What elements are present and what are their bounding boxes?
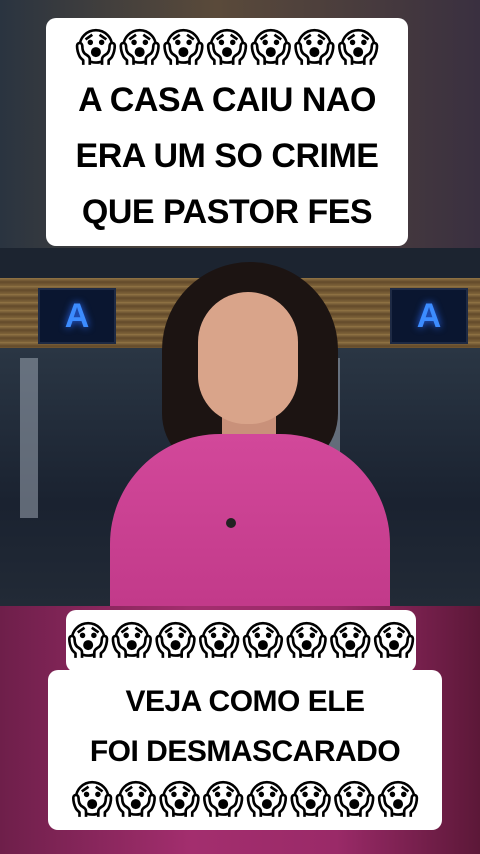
scream-emoji-icon: 😱 [377,777,419,823]
scream-emoji-icon: 😱 [162,25,205,71]
monitor-logo: A [416,296,442,335]
news-anchor [110,262,390,606]
scream-emoji-icon: 😱 [329,618,372,664]
bottom-caption-line-1: VEJA COMO ELE [125,685,365,718]
scream-emoji-icon: 😱 [154,618,197,664]
scream-emoji-icon: 😱 [114,777,157,823]
top-caption-box: 😱 😱 😱 😱 😱 😱 😱 A CASA CAIU NAO ERA UM SO CRIME … [46,18,408,246]
scream-emoji-icon: 😱 [206,25,248,71]
news-video-frame[interactable]: A A [0,248,480,606]
studio-monitor-right: A [390,288,468,344]
lapel-mic [226,518,236,528]
scream-emoji-icon: 😱 [293,25,336,71]
scream-emoji-icon: 😱 [337,25,379,71]
scream-emoji-icon: 😱 [110,618,153,664]
scream-emoji-icon: 😱 [75,25,117,71]
top-caption-line-1: A CASA CAIU NAO [78,81,376,119]
studio-monitor-left: A [38,288,116,344]
scream-emoji-icon: 😱 [198,618,240,664]
monitor-logo: A [64,296,90,335]
top-caption-line-3: QUE PASTOR FES [81,193,373,231]
anchor-face [198,292,298,424]
scream-emoji-icon: 😱 [202,777,244,823]
bottom-emoji-box-upper: 😱 😱 😱 😱 😱 😱 😱 😱 [66,610,416,672]
scream-emoji-icon: 😱 [373,618,415,664]
scream-emoji-icon: 😱 [242,618,284,664]
scream-emoji-icon: 😱 [246,777,288,823]
bottom-caption-box: VEJA COMO ELE FOI DESMASCARADO 😱 😱 😱 😱 😱 😱 😱 😱 [48,670,442,830]
scream-emoji-icon: 😱 [118,25,161,71]
scream-emoji-icon: 😱 [67,618,109,664]
anchor-blouse [110,434,390,606]
top-caption-line-2: ERA UM SO CRIME [75,137,379,175]
emoji-row-bottom: 😱 😱 😱 😱 😱 😱 😱 😱 [71,777,419,823]
studio-pillar [20,358,38,518]
scream-emoji-icon: 😱 [158,777,201,823]
emoji-row-top: 😱 😱 😱 😱 😱 😱 😱 [75,25,379,71]
bottom-caption-line-2: FOI DESMASCARADO [89,735,401,768]
scream-emoji-icon: 😱 [289,777,332,823]
scream-emoji-icon: 😱 [249,25,292,71]
scream-emoji-icon: 😱 [285,618,328,664]
scream-emoji-icon: 😱 [333,777,376,823]
emoji-row-middle: 😱 😱 😱 😱 😱 😱 😱 😱 [67,618,415,664]
scream-emoji-icon: 😱 [71,777,113,823]
